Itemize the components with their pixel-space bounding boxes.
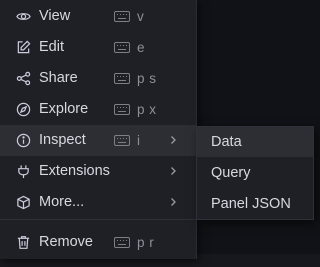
menu-item-label: More... [39, 194, 85, 210]
submenu-item-panel-json[interactable]: Panel JSON [197, 189, 313, 219]
menu-item-label: Extensions [39, 163, 110, 179]
submenu-item-label: Query [211, 165, 251, 181]
menu-item-label: Remove [39, 234, 93, 250]
eye-icon [16, 9, 31, 24]
compass-icon [16, 102, 31, 117]
menu-item-remove[interactable]: Remove p r [0, 227, 196, 258]
keyboard-icon [114, 104, 130, 115]
keyboard-icon [114, 42, 130, 53]
plug-icon [16, 164, 31, 179]
submenu-item-data[interactable]: Data [197, 127, 313, 157]
inspect-submenu: Data Query Panel JSON [196, 126, 314, 220]
shortcut-text: i [137, 133, 141, 148]
menu-item-edit[interactable]: Edit e [0, 32, 196, 63]
menu-item-inspect[interactable]: Inspect i [0, 125, 196, 156]
chevron-right-icon [168, 196, 178, 208]
shortcut-text: p s [137, 71, 157, 86]
menu-item-label: Explore [39, 101, 89, 117]
submenu-item-label: Panel JSON [211, 196, 291, 212]
keyboard-icon [114, 73, 130, 84]
chevron-right-icon [168, 134, 178, 146]
cube-icon [16, 195, 31, 210]
menu-item-view[interactable]: View v [0, 1, 196, 32]
shortcut-text: v [137, 9, 145, 24]
trash-icon [16, 235, 31, 250]
menu-item-label: Share [39, 70, 78, 86]
submenu-item-query[interactable]: Query [197, 158, 313, 188]
keyboard-icon [114, 237, 130, 248]
menu-divider [0, 219, 196, 220]
edit-icon [16, 40, 31, 55]
info-circle-icon [16, 133, 31, 148]
share-icon [16, 71, 31, 86]
menu-item-label: Inspect [39, 132, 86, 148]
keyboard-icon [114, 135, 130, 146]
chevron-right-icon [168, 165, 178, 177]
shortcut-text: p r [137, 235, 155, 250]
menu-item-label: View [39, 8, 71, 24]
submenu-item-label: Data [211, 134, 242, 150]
menu-item-share[interactable]: Share p s [0, 63, 196, 94]
shortcut-text: p x [137, 102, 157, 117]
shortcut-text: e [137, 40, 146, 55]
menu-item-explore[interactable]: Explore p x [0, 94, 196, 125]
panel-context-menu: View v Edit e Share p s Explore p x Insp… [0, 0, 197, 259]
menu-item-label: Edit [39, 39, 64, 55]
menu-item-more[interactable]: More... [0, 187, 196, 218]
keyboard-icon [114, 11, 130, 22]
menu-item-extensions[interactable]: Extensions [0, 156, 196, 187]
